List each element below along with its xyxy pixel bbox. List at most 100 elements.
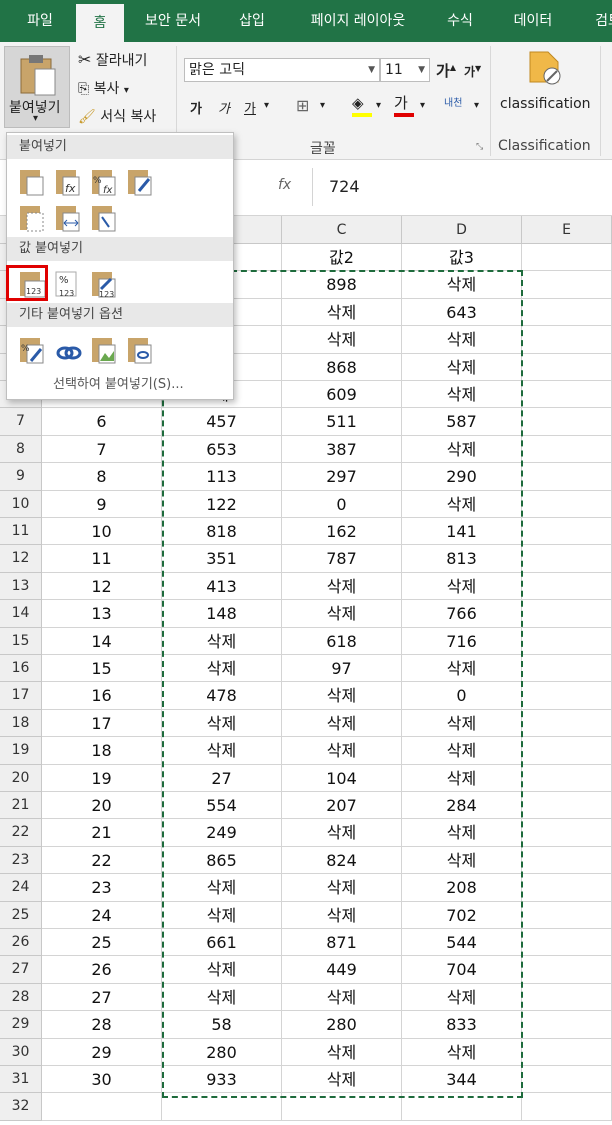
- cell-c[interactable]: 삭제: [282, 983, 402, 1012]
- tab-review[interactable]: 검토: [578, 0, 612, 42]
- row-header[interactable]: 23: [0, 846, 42, 875]
- cell-e[interactable]: [522, 901, 612, 929]
- cell-d[interactable]: 704: [402, 956, 522, 984]
- paste-keep-column-widths-icon[interactable]: [53, 203, 83, 233]
- row-header[interactable]: 21: [0, 792, 42, 820]
- cell-b[interactable]: 653: [162, 435, 282, 464]
- cell-c[interactable]: 삭제: [282, 682, 402, 710]
- cell-b[interactable]: 661: [162, 929, 282, 957]
- row-header[interactable]: 32: [0, 1093, 42, 1121]
- column-header-c[interactable]: C: [282, 216, 402, 244]
- cell-e[interactable]: [522, 682, 612, 710]
- row-header[interactable]: 30: [0, 1038, 42, 1066]
- cell-e[interactable]: [522, 326, 612, 354]
- cell-d[interactable]: [402, 1093, 522, 1121]
- row-header[interactable]: 18: [0, 709, 42, 738]
- cell-e[interactable]: [522, 792, 612, 820]
- cell-b[interactable]: 351: [162, 545, 282, 573]
- cell-b[interactable]: 삭제: [162, 901, 282, 929]
- shrink-font-button[interactable]: 가▼: [464, 63, 481, 80]
- cell-e[interactable]: [522, 819, 612, 847]
- cell-e[interactable]: [522, 1066, 612, 1094]
- cell-e[interactable]: [522, 463, 612, 491]
- cell-e[interactable]: [522, 353, 612, 381]
- cell-b[interactable]: 933: [162, 1066, 282, 1094]
- fill-color-button[interactable]: ◈: [352, 94, 372, 117]
- cell-c[interactable]: 삭제: [282, 709, 402, 738]
- cell-d[interactable]: 삭제: [402, 353, 522, 381]
- cell-d[interactable]: 삭제: [402, 655, 522, 683]
- cell-c[interactable]: 104: [282, 764, 402, 792]
- cell-e[interactable]: [522, 737, 612, 765]
- cell-c[interactable]: 97: [282, 655, 402, 683]
- cell-e[interactable]: [522, 490, 612, 518]
- cell-d[interactable]: 702: [402, 901, 522, 929]
- cell-b[interactable]: 113: [162, 463, 282, 491]
- copy-button[interactable]: ⎘ 복사 ▾: [78, 78, 129, 98]
- row-header[interactable]: 15: [0, 627, 42, 655]
- cell-e[interactable]: [522, 874, 612, 902]
- cell-e[interactable]: [522, 956, 612, 984]
- cell-b[interactable]: 삭제: [162, 956, 282, 984]
- border-icon[interactable]: ⊞: [296, 96, 309, 115]
- cell-c[interactable]: [282, 1093, 402, 1121]
- row-header[interactable]: 22: [0, 819, 42, 847]
- paste-formulas-number-format-icon[interactable]: %fx: [89, 167, 119, 197]
- cell-a[interactable]: 18: [42, 737, 162, 765]
- grow-font-button[interactable]: 가▲: [436, 60, 456, 81]
- font-name-select[interactable]: 맑은 고딕 ▼: [184, 58, 380, 82]
- classification-button[interactable]: classification: [498, 48, 594, 128]
- paste-values-source-formatting-icon[interactable]: 123: [89, 269, 119, 299]
- cell-b[interactable]: 865: [162, 846, 282, 875]
- paste-values-number-format-icon[interactable]: % 123: [53, 269, 83, 299]
- cell-d[interactable]: 삭제: [402, 326, 522, 354]
- cell-c[interactable]: 값2: [282, 244, 402, 272]
- row-header[interactable]: 17: [0, 682, 42, 710]
- chevron-down-icon[interactable]: ▾: [474, 100, 479, 111]
- row-header[interactable]: 16: [0, 655, 42, 683]
- cell-c[interactable]: 삭제: [282, 874, 402, 902]
- phonetic-button[interactable]: 내천: [444, 94, 462, 109]
- cell-c[interactable]: 871: [282, 929, 402, 957]
- cell-d[interactable]: 삭제: [402, 764, 522, 792]
- row-header[interactable]: 12: [0, 545, 42, 573]
- cell-d[interactable]: 344: [402, 1066, 522, 1094]
- cell-c[interactable]: 0: [282, 490, 402, 518]
- cell-d[interactable]: 삭제: [402, 983, 522, 1012]
- cell-e[interactable]: [522, 1093, 612, 1121]
- cell-c[interactable]: 387: [282, 435, 402, 464]
- cell-a[interactable]: 16: [42, 682, 162, 710]
- cell-d[interactable]: 삭제: [402, 709, 522, 738]
- dialog-launcher-icon[interactable]: ⤡: [476, 142, 483, 152]
- row-header[interactable]: 14: [0, 600, 42, 628]
- row-header[interactable]: 11: [0, 518, 42, 546]
- cell-c[interactable]: 297: [282, 463, 402, 491]
- cell-d[interactable]: 544: [402, 929, 522, 957]
- cell-a[interactable]: 26: [42, 956, 162, 984]
- paste-button[interactable]: 붙여넣기 ▾: [4, 46, 70, 128]
- cell-e[interactable]: [522, 545, 612, 573]
- cell-c[interactable]: 삭제: [282, 1066, 402, 1094]
- tab-page-layout[interactable]: 페이지 레이아웃: [290, 0, 426, 42]
- cell-a[interactable]: 29: [42, 1038, 162, 1066]
- cell-d[interactable]: 643: [402, 298, 522, 327]
- cell-c[interactable]: 824: [282, 846, 402, 875]
- row-header[interactable]: 24: [0, 874, 42, 902]
- cell-b[interactable]: 249: [162, 819, 282, 847]
- cell-c[interactable]: 511: [282, 408, 402, 436]
- row-header[interactable]: 10: [0, 490, 42, 518]
- row-header[interactable]: 27: [0, 956, 42, 984]
- underline-button[interactable]: 가: [244, 98, 256, 117]
- tab-file[interactable]: 파일: [0, 0, 80, 42]
- cell-a[interactable]: 14: [42, 627, 162, 655]
- row-header[interactable]: 31: [0, 1066, 42, 1094]
- row-header[interactable]: 26: [0, 929, 42, 957]
- paste-formatting-icon[interactable]: %: [17, 335, 47, 365]
- cell-a[interactable]: 12: [42, 572, 162, 601]
- cell-c[interactable]: 삭제: [282, 298, 402, 327]
- cell-b[interactable]: 478: [162, 682, 282, 710]
- format-painter-button[interactable]: 🖌 서식 복사: [78, 106, 156, 126]
- cell-c[interactable]: 280: [282, 1011, 402, 1039]
- cell-b[interactable]: 554: [162, 792, 282, 820]
- cell-a[interactable]: [42, 1093, 162, 1121]
